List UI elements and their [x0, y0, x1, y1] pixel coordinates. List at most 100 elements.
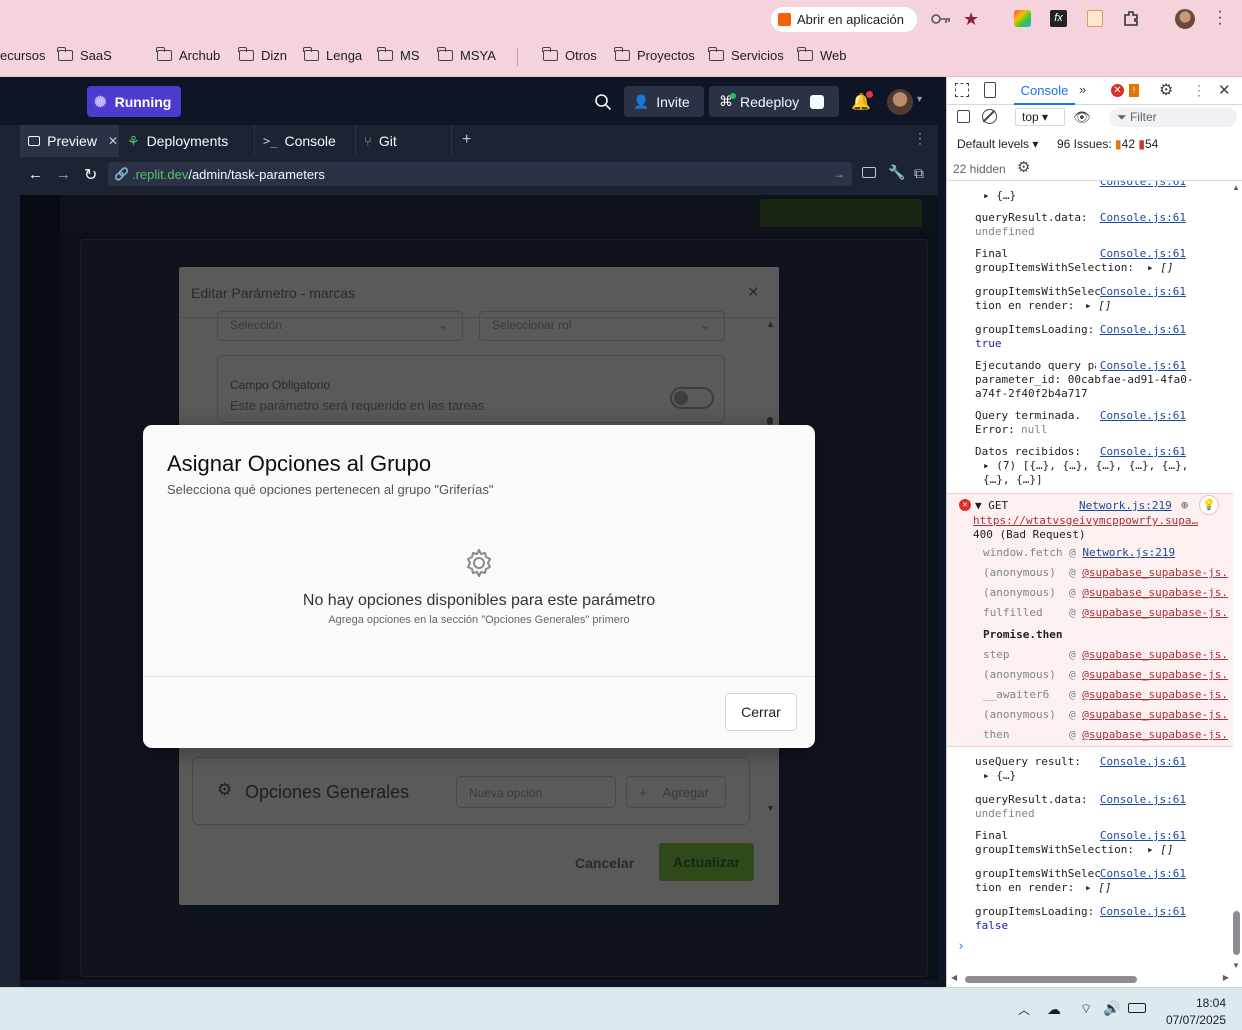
preview-url-input[interactable]: 🔗 .replit.dev/admin/task-parameters →	[108, 162, 852, 186]
required-toggle[interactable]	[670, 387, 714, 409]
avatar-chevron-down-icon[interactable]: ▾	[917, 94, 922, 105]
add-option-button[interactable]: + Agregar	[626, 776, 726, 808]
console-prompt-icon[interactable]: ›	[957, 939, 965, 954]
log-value[interactable]: ▸ []	[1147, 261, 1174, 275]
log-source-link[interactable]: Console.js:61	[1095, 359, 1186, 372]
log-source-link[interactable]: Console.js:61	[1100, 247, 1186, 260]
log-value[interactable]: ▸ {…}	[975, 769, 1215, 783]
error-method[interactable]: ▼ GET	[975, 499, 1008, 512]
chrome-menu-icon[interactable]: · · ·	[1216, 4, 1224, 32]
tray-chevron-up-icon[interactable]: ︿	[1018, 1001, 1030, 1018]
bookmark-saas[interactable]: SaaS	[57, 47, 112, 63]
log-value[interactable]: ▸ []	[1085, 881, 1112, 895]
stack-location-link[interactable]: @supabase_supabase-js.	[1082, 648, 1228, 661]
live-expression-eye-icon[interactable]: 👁	[1073, 109, 1091, 126]
log-source-link[interactable]: Console.js:61	[1100, 905, 1186, 918]
wifi-icon[interactable]: ⌔	[1080, 1001, 1092, 1017]
log-source-link[interactable]: Console.js:61	[1100, 829, 1186, 842]
clock-time[interactable]: 18:04	[1178, 996, 1226, 1010]
console-horizontal-scrollbar[interactable]: ◀ ▶	[947, 973, 1242, 985]
cancel-button[interactable]: Cancelar	[575, 855, 634, 871]
add-tab-icon[interactable]: +	[462, 131, 471, 149]
stack-location-link[interactable]: Network.js:219	[1082, 546, 1175, 559]
log-source-link[interactable]: Console.js:61	[1100, 409, 1186, 422]
redeploy-button[interactable]: ⌘ Redeploy	[709, 86, 839, 117]
console-filter-input[interactable]: ⏷ Filter	[1109, 108, 1237, 127]
edit-modal-close-icon[interactable]: ✕	[747, 283, 760, 301]
issues-counter[interactable]: 96 Issues: ▮42 ▮54	[1057, 137, 1158, 151]
error-url-link[interactable]: https://wtatvsgeivymcppowrfy.supa…	[973, 514, 1199, 527]
bookmark-ms[interactable]: MS	[377, 47, 420, 63]
log-value[interactable]: ▸ (7) [{…}, {…}, {…}, {…}, {…}, {…}, {…}…	[975, 459, 1201, 487]
network-icon[interactable]: ⊕	[1181, 498, 1188, 512]
warning-count-icon[interactable]: !	[1129, 84, 1139, 97]
stack-location-link[interactable]: @supabase_supabase-js.	[1082, 606, 1228, 619]
notifications-bell-icon[interactable]: 🔔	[851, 91, 873, 112]
type-select[interactable]: Selección ⌄	[217, 311, 463, 341]
bookmark-web[interactable]: Web	[797, 47, 847, 63]
invite-button[interactable]: 👤 Invite	[624, 86, 704, 117]
stack-location-link[interactable]: @supabase_supabase-js.	[1082, 566, 1228, 579]
extension-fx-icon[interactable]: fx	[1050, 10, 1067, 27]
log-source-link[interactable]: Console.js:61	[1100, 323, 1186, 336]
role-select[interactable]: Seleccionar rol ⌄	[479, 311, 725, 341]
run-status-button[interactable]: ✺ Running	[87, 86, 181, 117]
clock-date[interactable]: 07/07/2025	[1152, 1013, 1226, 1027]
bookmark-dizn[interactable]: Dizn	[238, 47, 287, 63]
tab-deployments[interactable]: ⚘ Deployments	[119, 125, 255, 157]
log-source-link[interactable]: Console.js:61	[1100, 211, 1186, 224]
bookmark-msya[interactable]: MSYA	[437, 47, 496, 63]
open-new-tab-icon[interactable]: ⧉	[914, 165, 924, 182]
stack-location-link[interactable]: @supabase_supabase-js.	[1082, 668, 1228, 681]
onedrive-cloud-icon[interactable]: ☁	[1047, 1001, 1061, 1018]
tab-preview[interactable]: Preview ✕	[20, 125, 119, 157]
more-tabs-icon[interactable]: »	[1079, 82, 1086, 97]
devtools-wrench-icon[interactable]: 🔧	[888, 164, 905, 181]
stack-location-link[interactable]: @supabase_supabase-js.	[1082, 728, 1228, 741]
extension-color-icon[interactable]	[1014, 10, 1031, 27]
default-levels-dropdown[interactable]: Default levels ▾	[957, 137, 1038, 151]
tab-git[interactable]: ⑂ Git	[356, 125, 452, 157]
log-source-link[interactable]: Console.js:61	[1100, 285, 1186, 298]
log-source-link[interactable]: Console.js:61	[1100, 867, 1186, 880]
sidebar-toggle-icon[interactable]	[957, 110, 970, 123]
open-in-app-button[interactable]: Abrir en aplicación	[771, 7, 917, 32]
battery-icon[interactable]	[1128, 1003, 1146, 1013]
error-source-link[interactable]: Network.js:219	[1079, 499, 1172, 512]
device-preview-icon[interactable]	[862, 167, 876, 178]
extension-doc-icon[interactable]	[1087, 10, 1103, 27]
forward-arrow-icon[interactable]: →	[56, 166, 71, 183]
devtools-close-icon[interactable]: ✕	[1218, 81, 1231, 99]
bookmark-ecursos[interactable]: ecursos	[0, 48, 46, 63]
log-source-link[interactable]: Console.js:61	[1100, 181, 1186, 188]
devtools-menu-icon[interactable]: · · ·	[1196, 79, 1202, 101]
console-settings-gear-icon[interactable]: ⚙	[1017, 158, 1030, 176]
clear-console-icon[interactable]	[982, 109, 997, 124]
tabs-more-icon[interactable]: · · ·	[917, 127, 923, 149]
log-value[interactable]: ▸ []	[1085, 299, 1112, 313]
context-selector[interactable]: top ▾	[1015, 108, 1065, 126]
bookmark-servicios[interactable]: Servicios	[708, 47, 784, 63]
stack-location-link[interactable]: @supabase_supabase-js.	[1082, 708, 1228, 721]
new-option-input[interactable]: Nueva opción	[456, 776, 616, 808]
key-icon[interactable]	[931, 11, 951, 27]
user-avatar[interactable]	[887, 89, 913, 115]
extensions-puzzle-icon[interactable]	[1122, 9, 1140, 27]
search-icon[interactable]	[594, 93, 612, 111]
log-source-link[interactable]: Console.js:61	[1100, 793, 1186, 806]
device-toolbar-icon[interactable]	[984, 82, 996, 98]
bookmark-archub[interactable]: Archub	[156, 47, 220, 63]
settings-gear-icon[interactable]: ⚙	[1159, 80, 1173, 100]
profile-avatar[interactable]	[1175, 9, 1195, 29]
bookmark-star-icon[interactable]: ★	[963, 9, 979, 30]
log-value[interactable]: ▸ []	[1147, 843, 1174, 857]
stack-location-link[interactable]: @supabase_supabase-js.	[1082, 688, 1228, 701]
close-tab-icon[interactable]: ✕	[108, 134, 118, 148]
tab-console[interactable]: >_ Console	[255, 125, 356, 157]
inspect-element-icon[interactable]	[955, 83, 969, 97]
back-arrow-icon[interactable]: ←	[28, 166, 43, 183]
log-source-link[interactable]: Console.js:61	[1100, 755, 1186, 768]
console-vertical-scrollbar[interactable]: ▲ ▼	[1231, 183, 1241, 973]
volume-icon[interactable]: 🔊	[1103, 1000, 1120, 1017]
bookmark-lenga[interactable]: Lenga	[303, 47, 362, 63]
